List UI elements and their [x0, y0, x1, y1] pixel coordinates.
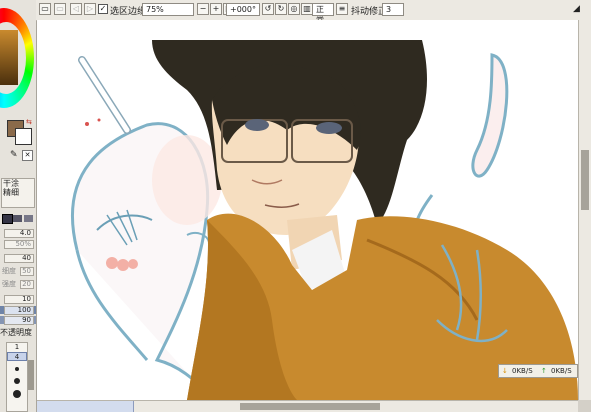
- doodle-blush-area: [152, 135, 222, 225]
- doodle-cheek-2: [117, 259, 129, 271]
- blending-row[interactable]: 10: [0, 295, 36, 304]
- brush-shape-flat-icon[interactable]: [13, 215, 22, 222]
- tab-strip[interactable]: [37, 401, 134, 412]
- brush-size-list[interactable]: 1 4: [6, 342, 28, 412]
- strength-value[interactable]: 20: [20, 280, 34, 289]
- brush-size-value[interactable]: 4.0: [4, 229, 34, 238]
- upload-arrow-icon: ↑: [541, 367, 547, 375]
- density-value[interactable]: 40: [4, 254, 34, 263]
- brush-shape-square-icon[interactable]: [24, 215, 33, 222]
- eyedropper-icon[interactable]: ✎: [10, 150, 18, 160]
- horizontal-scrollbar[interactable]: [37, 400, 578, 412]
- selection-edge-checkbox[interactable]: ✓: [98, 4, 108, 14]
- vertical-scrollbar[interactable]: [578, 20, 591, 400]
- density-row[interactable]: 40: [0, 254, 36, 263]
- redo-icon[interactable]: ▷: [84, 3, 96, 15]
- artwork: [70, 40, 578, 400]
- rotate-left-icon[interactable]: ↺: [262, 3, 274, 15]
- brush-shape-round-icon[interactable]: [2, 214, 13, 224]
- character-eye-left: [245, 119, 269, 131]
- select-all-icon[interactable]: ▭: [39, 3, 51, 15]
- brush-size-scrollbar[interactable]: [28, 360, 34, 390]
- zoom-out-icon[interactable]: −: [197, 3, 209, 15]
- min-size-row[interactable]: 50%: [0, 240, 36, 249]
- dock-icon[interactable]: ◢: [573, 4, 580, 14]
- zoom-in-icon[interactable]: +: [210, 3, 222, 15]
- vertical-scroll-thumb[interactable]: [581, 150, 589, 210]
- brush-dot-medium-icon[interactable]: [14, 378, 20, 384]
- blending-value[interactable]: 10: [4, 295, 34, 304]
- rotation-field[interactable]: +000°: [226, 3, 260, 16]
- download-arrow-icon: ↓: [502, 367, 508, 375]
- rotate-reset-icon[interactable]: ◎: [288, 3, 300, 15]
- swap-colors-icon[interactable]: ⇆: [26, 118, 32, 126]
- brush-shape-selector[interactable]: [1, 213, 35, 224]
- opacity-label: 不透明度: [0, 328, 32, 337]
- strength-row[interactable]: 强度 20: [0, 280, 36, 289]
- persistence-value[interactable]: 90: [4, 316, 34, 325]
- deselect-icon[interactable]: ▭: [54, 3, 66, 15]
- doodle-paint-dot: [85, 122, 89, 126]
- stabilizer-select[interactable]: 3: [382, 3, 404, 16]
- brush-tool-slot[interactable]: 干涂 精细: [1, 178, 35, 208]
- rotate-right-icon[interactable]: ↻: [275, 3, 287, 15]
- upload-rate: 0KB/S: [551, 367, 572, 375]
- tool-panel: ⇆ ✎ ✕ 干涂 精细 4.0 50% 40 细度 50 强度 20 10 10…: [0, 0, 37, 412]
- drawing-canvas[interactable]: [37, 20, 578, 400]
- brush-size-option-4[interactable]: 4: [7, 352, 27, 361]
- canvas-toolbar: ▭ ▭ ◁ ▷ ✓ 选区边缘 75% − + □ +000° ↺ ↻ ◎ ▥ 正…: [36, 0, 591, 25]
- brush-dot-large-icon[interactable]: [13, 390, 21, 398]
- doodle-right-curl: [471, 53, 509, 178]
- stabilizer-toggle-icon[interactable]: ≡: [336, 3, 348, 15]
- tool-label-line1: 干涂: [3, 179, 19, 188]
- doodle-cheek-3: [128, 259, 138, 269]
- download-rate: 0KB/S: [512, 367, 533, 375]
- persistence-bar[interactable]: 90: [0, 316, 36, 325]
- character-eye-right: [316, 122, 342, 134]
- transparent-color-icon[interactable]: ✕: [22, 150, 33, 161]
- texture-value[interactable]: 50: [20, 267, 34, 276]
- strength-label: 强度: [2, 280, 16, 288]
- doodle-cheek-1: [106, 257, 118, 269]
- dilution-bar[interactable]: 100: [0, 306, 36, 315]
- brush-size-option-1[interactable]: 1: [7, 343, 27, 352]
- blend-mode-select[interactable]: 正常: [312, 3, 334, 25]
- texture-label: 细度: [2, 267, 16, 275]
- horizontal-scroll-thumb[interactable]: [240, 403, 380, 410]
- dilution-value[interactable]: 100: [4, 306, 34, 315]
- color-square[interactable]: [0, 30, 18, 85]
- brush-dot-small-icon[interactable]: [15, 367, 19, 371]
- tool-label-line2: 精细: [3, 188, 19, 197]
- texture-row[interactable]: 细度 50: [0, 267, 36, 276]
- selection-edge-label: 选区边缘: [110, 7, 147, 17]
- min-size-value[interactable]: 50%: [4, 240, 34, 249]
- undo-icon[interactable]: ◁: [70, 3, 82, 15]
- zoom-select[interactable]: 75%: [142, 3, 194, 16]
- brush-size-row[interactable]: 4.0: [0, 229, 36, 238]
- background-color-swatch[interactable]: [15, 128, 32, 145]
- network-speed-widget: ↓ 0KB/S ↑ 0KB/S: [498, 364, 578, 378]
